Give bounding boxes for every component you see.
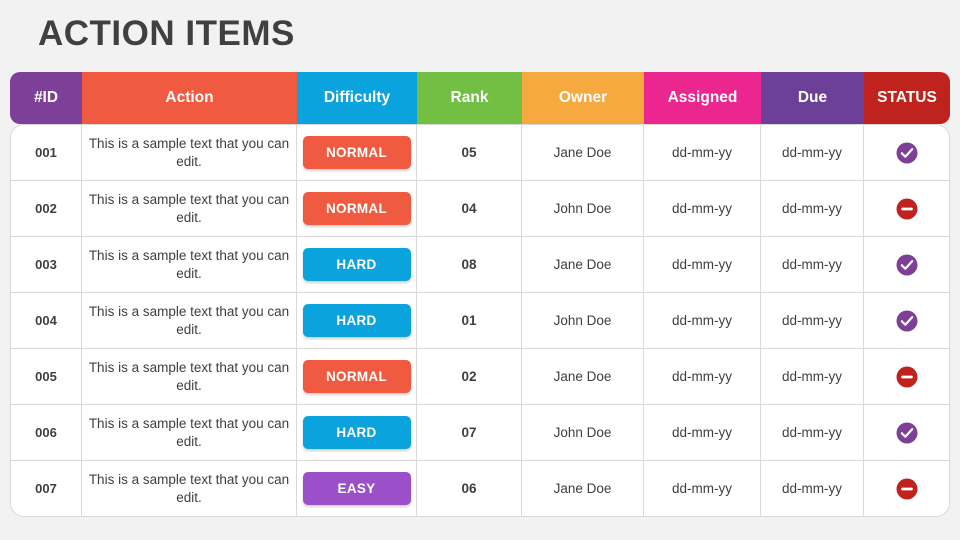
table-row: 002 This is a sample text that you can ed… [10,181,950,237]
cell-id: 001 [10,124,82,181]
cell-due: dd-mm-yy [761,405,864,461]
table-row: 007 This is a sample text that you can ed… [10,461,950,517]
difficulty-badge[interactable]: NORMAL [302,192,411,225]
cell-assigned: dd-mm-yy [644,405,761,461]
cell-action[interactable]: This is a sample text that you can edit. [82,349,297,405]
slide: ACTION ITEMS #ID Action Difficulty Rank … [0,0,960,540]
page-title: ACTION ITEMS [38,14,295,53]
cell-due: dd-mm-yy [761,293,864,349]
cell-owner: Jane Doe [522,349,644,405]
cell-assigned: dd-mm-yy [644,124,761,181]
cell-due: dd-mm-yy [761,124,864,181]
minus-circle-icon[interactable] [896,198,918,220]
cell-difficulty: NORMAL [297,124,417,181]
cell-rank: 02 [417,349,522,405]
check-circle-icon[interactable] [896,142,918,164]
cell-rank: 07 [417,405,522,461]
cell-owner: John Doe [522,405,644,461]
cell-assigned: dd-mm-yy [644,293,761,349]
cell-status [864,237,950,293]
cell-action[interactable]: This is a sample text that you can edit. [82,124,297,181]
cell-id: 003 [10,237,82,293]
cell-owner: John Doe [522,293,644,349]
cell-status [864,405,950,461]
cell-difficulty: HARD [297,293,417,349]
cell-assigned: dd-mm-yy [644,461,761,517]
cell-status [864,181,950,237]
cell-id: 004 [10,293,82,349]
check-circle-icon[interactable] [896,254,918,276]
cell-due: dd-mm-yy [761,237,864,293]
difficulty-badge[interactable]: EASY [302,472,411,505]
cell-owner: Jane Doe [522,124,644,181]
cell-status [864,124,950,181]
cell-rank: 04 [417,181,522,237]
cell-id: 007 [10,461,82,517]
difficulty-badge[interactable]: NORMAL [302,360,411,393]
cell-rank: 06 [417,461,522,517]
cell-action[interactable]: This is a sample text that you can edit. [82,237,297,293]
cell-status [864,461,950,517]
cell-due: dd-mm-yy [761,461,864,517]
cell-action[interactable]: This is a sample text that you can edit. [82,293,297,349]
column-header-action[interactable]: Action [82,72,297,124]
cell-rank: 05 [417,124,522,181]
cell-owner: Jane Doe [522,237,644,293]
check-circle-icon[interactable] [896,422,918,444]
column-header-owner[interactable]: Owner [522,72,644,124]
cell-difficulty: NORMAL [297,181,417,237]
cell-action[interactable]: This is a sample text that you can edit. [82,461,297,517]
table-row: 006 This is a sample text that you can ed… [10,405,950,461]
column-header-difficulty[interactable]: Difficulty [297,72,417,124]
table-body: 001 This is a sample text that you can ed… [10,124,950,517]
cell-owner: John Doe [522,181,644,237]
cell-action[interactable]: This is a sample text that you can edit. [82,181,297,237]
difficulty-badge[interactable]: HARD [302,248,411,281]
difficulty-badge[interactable]: NORMAL [302,136,411,169]
cell-due: dd-mm-yy [761,181,864,237]
table-row: 003 This is a sample text that you can ed… [10,237,950,293]
minus-circle-icon[interactable] [896,478,918,500]
cell-difficulty: HARD [297,237,417,293]
column-header-due[interactable]: Due [761,72,864,124]
cell-rank: 08 [417,237,522,293]
difficulty-badge[interactable]: HARD [302,304,411,337]
cell-owner: Jane Doe [522,461,644,517]
cell-assigned: dd-mm-yy [644,237,761,293]
table-header: #ID Action Difficulty Rank Owner Assigne… [10,72,950,124]
action-items-table: #ID Action Difficulty Rank Owner Assigne… [10,72,950,517]
cell-id: 006 [10,405,82,461]
cell-status [864,349,950,405]
cell-difficulty: EASY [297,461,417,517]
table-row: 005 This is a sample text that you can ed… [10,349,950,405]
difficulty-badge[interactable]: HARD [302,416,411,449]
table-row: 004 This is a sample text that you can ed… [10,293,950,349]
column-header-id[interactable]: #ID [10,72,82,124]
table-header-row: #ID Action Difficulty Rank Owner Assigne… [10,72,950,124]
column-header-assigned[interactable]: Assigned [644,72,761,124]
cell-assigned: dd-mm-yy [644,181,761,237]
cell-difficulty: HARD [297,405,417,461]
action-items-table-wrapper: #ID Action Difficulty Rank Owner Assigne… [10,72,950,517]
column-header-status[interactable]: STATUS [864,72,950,124]
cell-id: 005 [10,349,82,405]
table-row: 001 This is a sample text that you can ed… [10,124,950,181]
cell-difficulty: NORMAL [297,349,417,405]
cell-due: dd-mm-yy [761,349,864,405]
cell-action[interactable]: This is a sample text that you can edit. [82,405,297,461]
minus-circle-icon[interactable] [896,366,918,388]
cell-assigned: dd-mm-yy [644,349,761,405]
cell-status [864,293,950,349]
column-header-rank[interactable]: Rank [417,72,522,124]
cell-rank: 01 [417,293,522,349]
cell-id: 002 [10,181,82,237]
check-circle-icon[interactable] [896,310,918,332]
